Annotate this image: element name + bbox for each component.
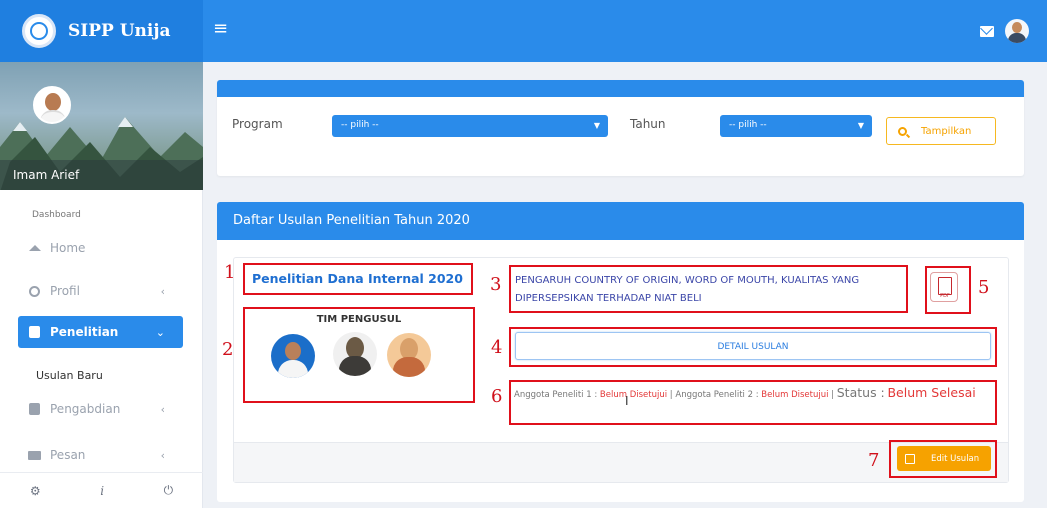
tahun-label: Tahun	[630, 117, 666, 131]
caret-down-icon: ▼	[857, 121, 864, 130]
annotation-number: 4	[491, 337, 503, 358]
annotation-number: 1	[224, 262, 236, 283]
sidebar-item-usulan-baru[interactable]: Usulan Baru	[26, 361, 191, 389]
annotation-number: 3	[490, 274, 502, 295]
filter-panel-header	[217, 80, 1024, 97]
user-icon	[28, 285, 41, 297]
tampilkan-button[interactable]: Tampilkan	[886, 117, 996, 145]
annotation-box-5	[925, 266, 971, 314]
annotation-number: 6	[491, 386, 503, 407]
annotation-box-6	[509, 380, 997, 425]
nav-section-label: Dashboard	[32, 210, 81, 220]
power-icon[interactable]: ⏻	[164, 483, 174, 498]
user-avatar[interactable]	[1005, 19, 1029, 43]
chevron-left-icon: ‹	[160, 402, 165, 416]
sidebar-avatar	[33, 86, 71, 124]
mail-icon[interactable]	[980, 26, 994, 37]
annotation-box-2	[243, 307, 475, 403]
app-name: SIPP Unija	[68, 21, 171, 41]
home-icon	[28, 243, 41, 254]
book-icon	[28, 403, 41, 415]
top-navbar: SIPP Unija ≡	[0, 0, 1047, 62]
mail-icon	[28, 450, 41, 461]
sidebar-item-pengabdian[interactable]: Pengabdian ‹	[18, 395, 183, 423]
sidebar: Imam Arief Dashboard Home Profil ‹ Penel…	[0, 62, 203, 508]
sidebar-item-profil[interactable]: Profil ‹	[18, 277, 183, 305]
sidebar-item-label: Penelitian	[50, 325, 119, 339]
tahun-select-value: -- pilih --	[729, 120, 767, 130]
filter-panel: Program -- pilih -- ▼ Tahun -- pilih -- …	[217, 80, 1024, 176]
university-logo-icon	[22, 14, 56, 48]
sidebar-item-label: Pengabdian	[50, 402, 121, 416]
annotation-number: 7	[868, 450, 880, 471]
caret-down-icon: ▼	[593, 121, 600, 130]
annotation-box-7	[889, 440, 997, 478]
tampilkan-label: Tampilkan	[921, 125, 972, 137]
search-icon	[898, 126, 907, 136]
sidebar-item-home[interactable]: Home	[18, 234, 183, 262]
annotation-box-1	[243, 263, 473, 295]
program-label: Program	[232, 117, 283, 131]
hamburger-icon[interactable]: ≡	[213, 20, 228, 38]
annotation-box-4	[509, 327, 997, 367]
chevron-left-icon: ‹	[160, 284, 165, 298]
program-select-value: -- pilih --	[341, 120, 379, 130]
sidebar-item-label: Pesan	[50, 448, 86, 462]
sidebar-footer: ⚙ i ⏻	[0, 472, 203, 508]
annotation-number: 2	[222, 339, 234, 360]
sidebar-item-label: Profil	[50, 284, 80, 298]
program-select[interactable]: -- pilih -- ▼	[332, 115, 608, 137]
profile-banner: Imam Arief	[0, 62, 203, 190]
annotation-number: 5	[978, 277, 990, 298]
annotation-box-3	[509, 265, 908, 313]
chevron-left-icon: ‹	[160, 448, 165, 462]
sidebar-item-penelitian[interactable]: Penelitian ⌄	[18, 316, 183, 348]
settings-icon[interactable]: ⚙	[30, 484, 41, 498]
brand[interactable]: SIPP Unija	[0, 0, 203, 62]
info-icon[interactable]: i	[100, 484, 104, 498]
sidebar-item-label: Home	[50, 241, 86, 255]
user-name: Imam Arief	[0, 160, 203, 190]
usulan-panel-title: Daftar Usulan Penelitian Tahun 2020	[217, 202, 1024, 240]
sidebar-item-label: Usulan Baru	[36, 368, 103, 382]
tahun-select[interactable]: -- pilih -- ▼	[720, 115, 872, 137]
book-icon	[28, 326, 41, 338]
chevron-down-icon: ⌄	[155, 325, 165, 339]
sidebar-item-pesan[interactable]: Pesan ‹	[18, 441, 183, 469]
